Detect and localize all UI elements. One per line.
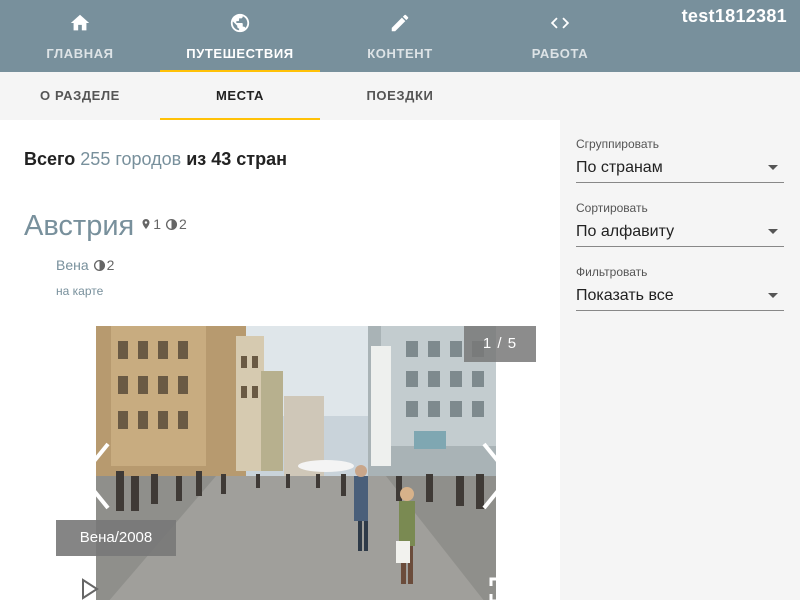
city-stats: 2 <box>93 257 115 273</box>
nav-tab-work[interactable]: РАБОТА <box>480 0 640 72</box>
chevron-left-icon[interactable] <box>76 440 116 512</box>
country-name[interactable]: Австрия <box>24 210 134 243</box>
sub-tab-trips[interactable]: ПОЕЗДКИ <box>320 72 480 120</box>
group-by-label: Сгруппировать <box>576 137 660 151</box>
visits-icon <box>93 259 105 271</box>
group-by-select[interactable]: Сгруппировать По странам <box>576 137 784 183</box>
globe-icon <box>230 13 250 33</box>
show-on-map-link[interactable]: на карте <box>56 284 103 298</box>
city-visits-count: 2 <box>106 257 115 273</box>
nav-tab-label: КОНТЕНТ <box>367 46 433 61</box>
nav-tab-home[interactable]: ГЛАВНАЯ <box>0 0 160 72</box>
summary-prefix: Всего <box>24 149 76 169</box>
sub-tab-label: МЕСТА <box>215 88 265 103</box>
sort-value[interactable]: По алфавиту <box>576 221 784 247</box>
fullscreen-icon[interactable] <box>488 576 516 600</box>
pencil-icon <box>391 14 409 32</box>
places-content: Всего 255 городов из 43 стран Австрия 1 … <box>0 120 560 600</box>
summary-suffix: из 43 стран <box>186 149 287 169</box>
chevron-down-icon <box>768 229 778 234</box>
photo-counter: 1 / 5 <box>464 326 536 362</box>
filter-select[interactable]: Фильтровать Показать все <box>576 265 784 311</box>
sort-select[interactable]: Сортировать По алфавиту <box>576 201 784 247</box>
sub-tab-places[interactable]: МЕСТА <box>160 72 320 120</box>
street-photo-illustration <box>96 326 496 600</box>
nav-tab-travel[interactable]: ПУТЕШЕСТВИЯ <box>160 0 320 72</box>
chevron-down-icon <box>768 293 778 298</box>
places-summary: Всего 255 городов из 43 стран <box>24 149 287 170</box>
chevron-right-icon[interactable] <box>476 440 516 512</box>
location-pin-icon <box>142 219 150 229</box>
chevron-down-icon <box>768 165 778 170</box>
summary-cities-link[interactable]: 255 городов <box>80 149 181 169</box>
photo-caption: Вена/2008 <box>56 520 176 556</box>
nav-tab-label: ПУТЕШЕСТВИЯ <box>186 46 294 61</box>
country-places-count: 1 <box>153 216 162 232</box>
filter-value[interactable]: Показать все <box>576 285 784 311</box>
home-icon <box>70 14 90 31</box>
country-visits-count: 2 <box>179 216 187 232</box>
nav-tab-label: РАБОТА <box>531 46 589 61</box>
sub-tab-about[interactable]: О РАЗДЕЛЕ <box>0 72 160 120</box>
code-icon <box>550 17 570 29</box>
city-heading: Вена 2 <box>56 257 114 273</box>
city-photo <box>96 326 496 600</box>
group-by-value[interactable]: По странам <box>576 157 784 183</box>
nav-tab-content[interactable]: КОНТЕНТ <box>320 0 480 72</box>
filters-panel: Сгруппировать По странам Сортировать По … <box>560 120 800 600</box>
play-icon[interactable] <box>80 578 100 600</box>
sub-tab-bar: О РАЗДЕЛЕ МЕСТА ПОЕЗДКИ <box>0 72 800 120</box>
sort-label: Сортировать <box>576 201 648 215</box>
visits-icon <box>165 218 178 230</box>
user-name[interactable]: test1812381 <box>682 6 787 27</box>
nav-tab-label: ГЛАВНАЯ <box>46 46 114 61</box>
top-app-bar: ГЛАВНАЯ ПУТЕШЕСТВИЯ КОНТЕНТ РАБОТА test1… <box>0 0 800 72</box>
country-heading: Австрия 1 2 <box>24 210 187 243</box>
country-stats: 1 2 <box>140 216 187 232</box>
filter-label: Фильтровать <box>576 265 648 279</box>
city-name[interactable]: Вена <box>56 257 89 273</box>
